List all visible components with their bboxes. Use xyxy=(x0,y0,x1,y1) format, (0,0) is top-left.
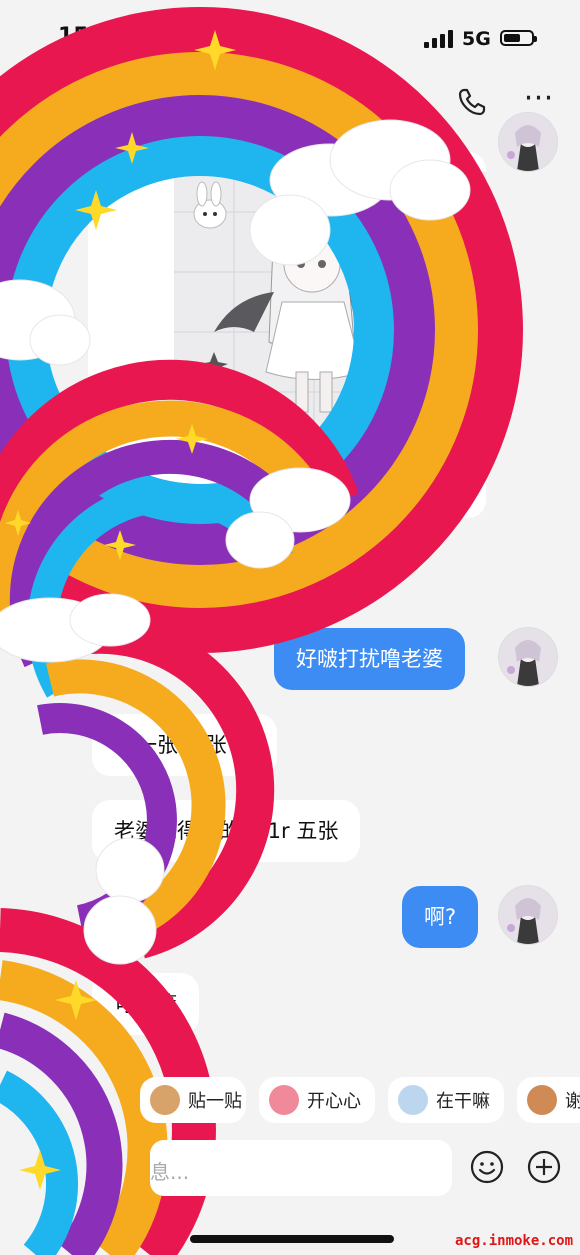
heart-emoji-icon xyxy=(269,1085,299,1115)
watermark: acg.inmoke.com xyxy=(455,1233,574,1249)
chip-label: 谢 xyxy=(565,1091,580,1112)
quick-reply-chip[interactable]: 开心心 xyxy=(259,1077,375,1123)
quick-reply-chip[interactable]: 谢 xyxy=(517,1077,580,1123)
message-input[interactable] xyxy=(150,1140,452,1196)
quick-reply-chip[interactable]: 贴一贴 xyxy=(140,1077,246,1123)
quick-reply-chip[interactable]: 在干嘛 xyxy=(388,1077,504,1123)
chip-label: 开心心 xyxy=(307,1091,361,1112)
home-indicator xyxy=(190,1235,394,1243)
emoji-icon[interactable] xyxy=(469,1149,505,1185)
chip-label: 在干嘛 xyxy=(436,1091,490,1112)
rainbow-sticker-overlay-2 xyxy=(0,30,471,1255)
message-input-placeholder: 息... xyxy=(150,1160,190,1184)
chip-label: 贴一贴 xyxy=(188,1091,242,1112)
face-emoji-icon xyxy=(398,1085,428,1115)
monkey-emoji-icon xyxy=(527,1085,557,1115)
plus-icon[interactable] xyxy=(526,1149,562,1185)
monkey-emoji-icon xyxy=(150,1085,180,1115)
